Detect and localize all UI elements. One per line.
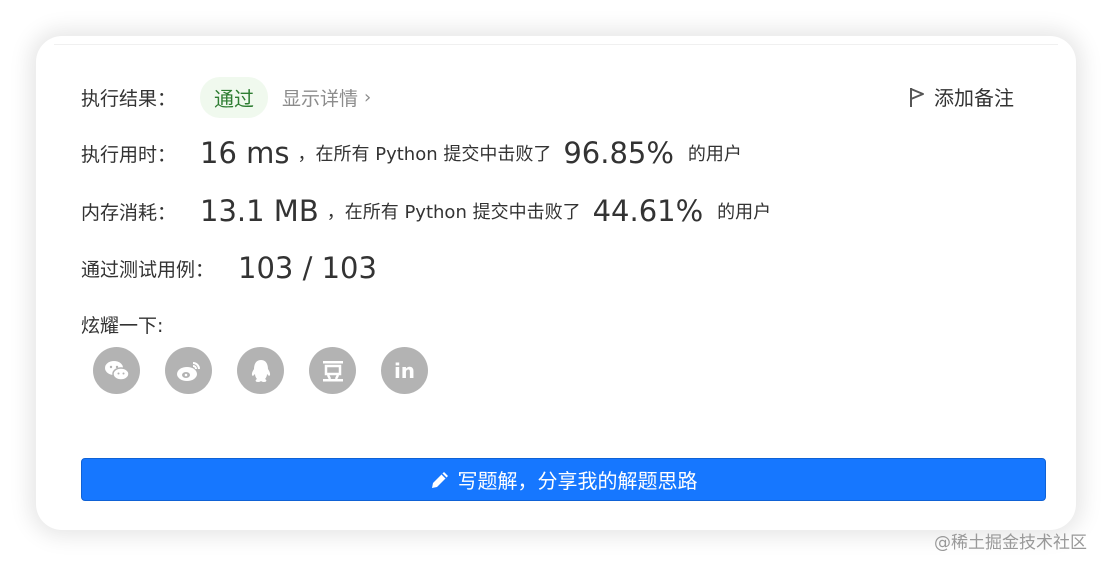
add-note-button[interactable]: 添加备注 — [908, 82, 1014, 111]
memory-percent: 44.61% — [592, 194, 704, 228]
runtime-value: 16 ms — [200, 136, 290, 170]
add-note-label: 添加备注 — [934, 86, 1014, 110]
runtime-mid-text: ，在所有 Python 提交中击败了 — [297, 144, 552, 165]
flag-icon — [910, 87, 924, 107]
pencil-icon — [431, 471, 448, 488]
testcases-label: 通过测试用例： — [81, 258, 215, 281]
memory-label: 内存消耗： — [81, 201, 177, 224]
qq-icon[interactable] — [237, 347, 284, 394]
share-icons: in — [93, 347, 453, 394]
chevron-right-icon: › — [364, 87, 372, 108]
runtime-label: 执行用时： — [81, 143, 177, 166]
linkedin-icon[interactable]: in — [381, 347, 428, 394]
runtime-row: 执行用时： 16 ms ，在所有 Python 提交中击败了 96.85% 的用… — [81, 136, 742, 170]
result-row: 执行结果： 通过 显示详情 › — [81, 77, 371, 118]
wechat-icon[interactable] — [93, 347, 140, 394]
status-badge: 通过 — [200, 77, 269, 118]
testcases-value: 103 / 103 — [238, 251, 377, 285]
memory-suffix: 的用户 — [717, 202, 772, 223]
divider — [54, 44, 1058, 45]
testcases-row: 通过测试用例： 103 / 103 — [81, 251, 377, 285]
qq-glyph — [251, 359, 270, 382]
memory-row: 内存消耗： 13.1 MB ，在所有 Python 提交中击败了 44.61% … — [81, 194, 771, 228]
show-details-label: 显示详情 — [282, 88, 359, 110]
memory-mid-text: ，在所有 Python 提交中击败了 — [326, 202, 581, 223]
share-row: 炫耀一下: — [81, 311, 163, 338]
douban-icon[interactable] — [309, 347, 356, 394]
share-label: 炫耀一下: — [81, 315, 164, 337]
runtime-percent: 96.85% — [563, 136, 674, 170]
runtime-suffix: 的用户 — [687, 144, 742, 165]
show-details-link[interactable]: 显示详情 › — [282, 84, 371, 111]
write-solution-label: 写题解，分享我的解题思路 — [457, 469, 698, 493]
result-label: 执行结果： — [81, 88, 177, 110]
watermark: @稀土掘金技术社区 — [934, 533, 1087, 553]
weibo-glyph — [176, 361, 200, 381]
memory-value: 13.1 MB — [200, 194, 319, 228]
wechat-glyph — [104, 360, 130, 381]
douban-glyph — [322, 360, 343, 381]
weibo-icon[interactable] — [165, 347, 212, 394]
write-solution-button[interactable]: 写题解，分享我的解题思路 — [81, 458, 1046, 501]
